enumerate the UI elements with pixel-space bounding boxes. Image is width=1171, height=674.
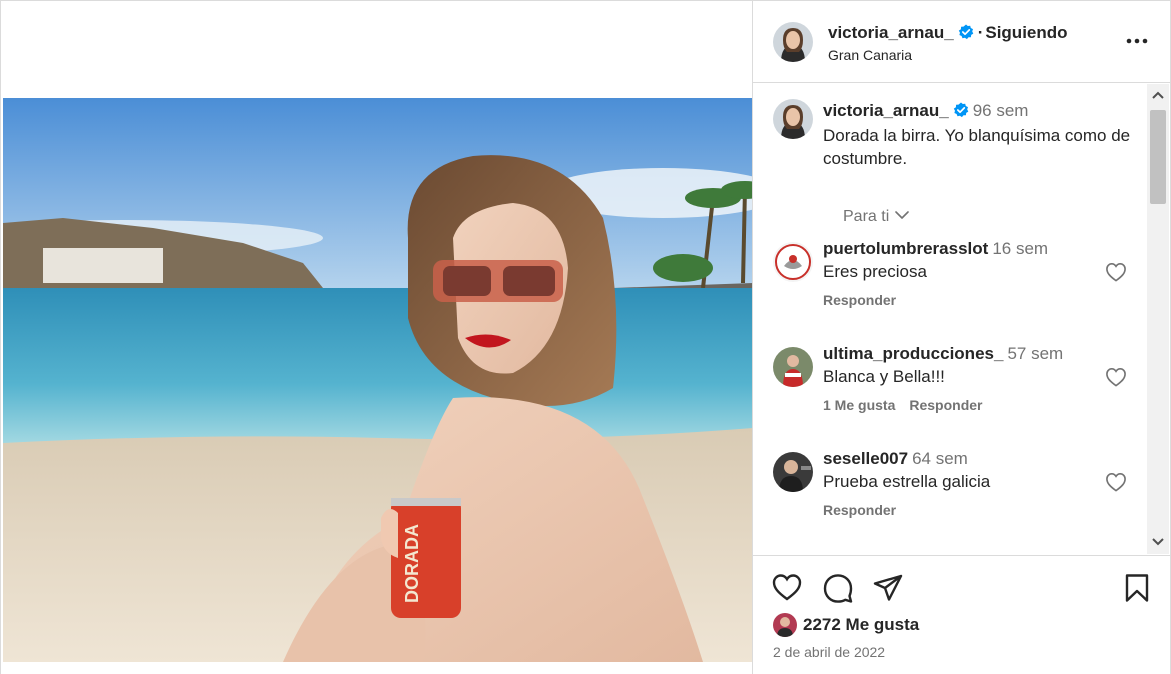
comment-likes-count[interactable]: 1 Me gusta [823,397,895,413]
comment-username[interactable]: puertolumbrerasslot [823,239,988,258]
can-label: DORADA [402,524,422,603]
comment-actions: 1 Me gusta Responder [823,397,1093,413]
comment-header: puertolumbrerasslot 16 sem [823,237,1093,260]
heart-icon[interactable] [771,572,803,604]
comment-header: seselle007 64 sem [823,447,1093,470]
comment-filter-dropdown[interactable]: Para ti [843,207,910,226]
share-icon[interactable] [872,572,904,604]
heart-icon[interactable] [1105,367,1127,387]
comment-body: seselle007 64 sem Prueba estrella galicia… [823,447,1093,518]
author-avatar[interactable] [773,22,813,62]
comment-avatar[interactable] [773,242,813,282]
caption-header: victoria_arnau_ 96 sem [823,99,1143,122]
comment-time[interactable]: 57 sem [1007,344,1063,363]
verified-badge-icon [953,101,969,118]
caption-avatar[interactable] [773,99,813,139]
comment-body: ultima_producciones_ 57 sem Blanca y Bell… [823,342,1093,413]
likes-count[interactable]: 2272 Me gusta [803,615,919,635]
comment-item: puertolumbrerasslot 16 sem Eres preciosa … [773,239,1143,322]
comment-actions: Responder [823,292,1093,308]
comment-time[interactable]: 64 sem [912,449,968,468]
comment-body: puertolumbrerasslot 16 sem Eres preciosa … [823,237,1093,308]
reply-button[interactable]: Responder [823,292,896,308]
scroll-up-arrow-icon[interactable] [1151,89,1165,103]
caption-username[interactable]: victoria_arnau_ [823,101,949,120]
comment-time[interactable]: 16 sem [992,239,1048,258]
post-media-pane: DORADA [0,0,753,674]
author-username[interactable]: victoria_arnau_ [828,23,954,42]
heart-icon[interactable] [1105,262,1127,282]
comment-username[interactable]: seselle007 [823,449,908,468]
post-actions-footer: 2272 Me gusta 2 de abril de 2022 [753,555,1171,674]
comment-header: ultima_producciones_ 57 sem [823,342,1093,365]
comment-actions: Responder [823,502,1093,518]
comment-filter-label: Para ti [843,208,890,225]
comment-text: Blanca y Bella!!! [823,367,945,386]
reply-button[interactable]: Responder [823,502,896,518]
scroll-down-arrow-icon[interactable] [1151,534,1165,548]
comments-list[interactable]: victoria_arnau_ 96 sem Dorada la birra. Y… [753,84,1148,554]
caption-text: Dorada la birra. Yo blanquísima como de … [823,126,1131,168]
post-photo[interactable]: DORADA [3,98,753,662]
caption-time[interactable]: 96 sem [973,101,1029,120]
comment-avatar[interactable] [773,347,813,387]
more-options-icon[interactable] [1123,31,1151,51]
caption-body: victoria_arnau_ 96 sem Dorada la birra. Y… [823,99,1143,170]
beach-photo-illustration: DORADA [3,98,753,662]
header-separator: · [977,23,984,42]
comment-text: Eres preciosa [823,262,927,281]
liker-avatar [773,613,797,637]
reply-button[interactable]: Responder [909,397,982,413]
post-details-pane: victoria_arnau_ · Siguiendo Gran Canaria v… [752,0,1171,674]
heart-icon[interactable] [1105,472,1127,492]
comment-username[interactable]: ultima_producciones_ [823,344,1003,363]
comment-item: seselle007 64 sem Prueba estrella galicia… [773,449,1143,532]
chevron-down-icon [895,207,910,219]
comment-avatar[interactable] [773,452,813,492]
comment-icon[interactable] [822,572,854,604]
comment-text: Prueba estrella galicia [823,472,991,491]
bookmark-icon[interactable] [1121,572,1153,604]
verified-badge-icon [958,24,974,40]
post-header: victoria_arnau_ · Siguiendo Gran Canaria [753,1,1171,83]
scrollbar-thumb[interactable] [1150,110,1166,204]
following-button[interactable]: Siguiendo [985,23,1067,42]
post-location[interactable]: Gran Canaria [828,47,912,63]
comment-item: ultima_producciones_ 57 sem Blanca y Bell… [773,344,1143,427]
comments-scrollbar[interactable] [1147,84,1169,554]
author-line: victoria_arnau_ · Siguiendo [828,23,1068,43]
post-date[interactable]: 2 de abril de 2022 [773,644,885,660]
